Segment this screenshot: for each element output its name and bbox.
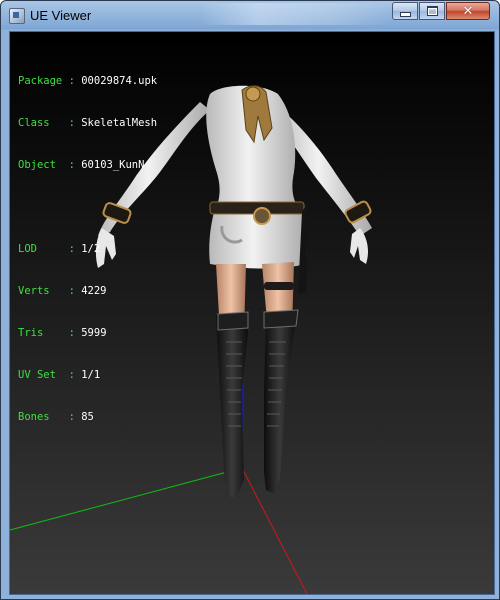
maximize-icon — [426, 6, 438, 16]
info-value-bones: 85 — [81, 411, 94, 423]
info-label-verts: Verts — [18, 285, 50, 297]
info-sep: : — [49, 117, 82, 129]
info-row-package: Package : 00029874.upk — [18, 74, 157, 88]
info-row-object: Object : 60103_KunN — [18, 158, 157, 172]
maximize-button[interactable] — [419, 2, 445, 20]
info-label-class: Class — [18, 117, 50, 129]
info-label-lod: LOD — [18, 243, 37, 255]
info-value-package: 00029874.upk — [81, 75, 158, 87]
info-label-tris: Tris — [18, 327, 44, 339]
info-value-tris: 5999 — [81, 327, 107, 339]
info-row-lod: LOD : 1/2 — [18, 242, 157, 256]
info-row-tris: Tris : 5999 — [18, 326, 157, 340]
axis-y-line — [10, 467, 243, 531]
info-label-object: Object — [18, 159, 56, 171]
minimize-icon — [399, 11, 411, 17]
info-value-class: SkeletalMesh — [81, 117, 158, 129]
window-title: UE Viewer — [30, 8, 92, 23]
info-value-verts: 4229 — [81, 285, 107, 297]
close-icon: ✕ — [462, 3, 474, 19]
info-sep: : — [55, 369, 82, 381]
info-row-class: Class : SkeletalMesh — [18, 116, 157, 130]
info-label-uvset: UV Set — [18, 369, 56, 381]
info-sep: : — [62, 75, 82, 87]
info-value-object: 60103_KunN — [81, 159, 145, 171]
viewport[interactable]: Package : 00029874.upk Class : SkeletalM… — [9, 31, 495, 595]
info-sep: : — [43, 327, 82, 339]
info-label-package: Package — [18, 75, 63, 87]
close-button[interactable]: ✕ — [446, 2, 490, 20]
minimize-button[interactable] — [392, 2, 418, 20]
info-row-verts: Verts : 4229 — [18, 284, 157, 298]
mesh-info-panel: Package : 00029874.upk Class : SkeletalM… — [18, 46, 157, 452]
info-spacer — [18, 200, 157, 214]
info-row-uvset: UV Set : 1/1 — [18, 368, 157, 382]
info-value-uvset: 1/1 — [81, 369, 101, 381]
info-sep: : — [55, 159, 82, 171]
info-value-lod: 1/2 — [81, 243, 101, 255]
info-label-bones: Bones — [18, 411, 50, 423]
info-sep: : — [49, 411, 82, 423]
app-icon[interactable] — [9, 8, 25, 24]
info-sep: : — [36, 243, 82, 255]
app-window: UE Viewer ✕ Package: 00029874.upk Class… — [0, 0, 500, 600]
info-row-bones: Bones : 85 — [18, 410, 157, 424]
info-sep: : — [49, 285, 82, 297]
title-bar[interactable]: UE Viewer ✕ — [1, 1, 499, 30]
title-bar-glass — [201, 3, 391, 25]
